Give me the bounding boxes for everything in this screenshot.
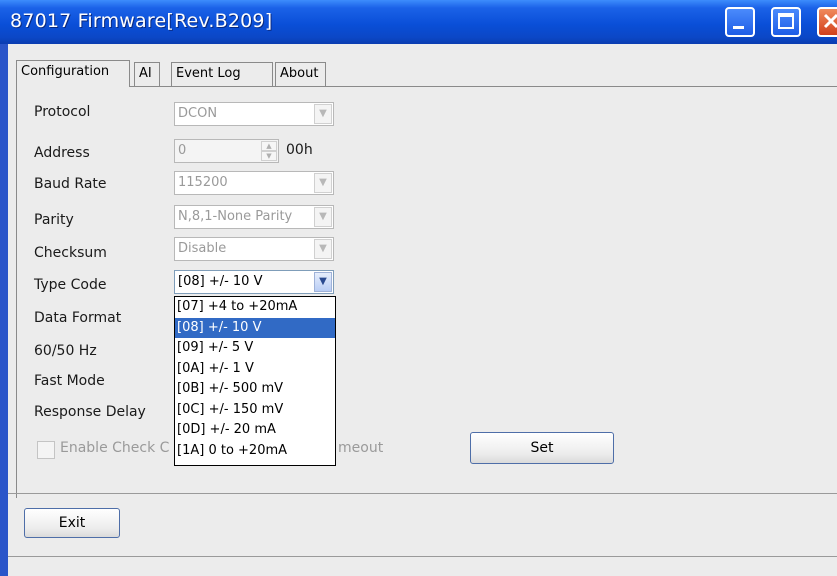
spin-up-icon[interactable]: ▲ [261,141,277,151]
close-button[interactable] [817,7,837,37]
baud-rate-label: Baud Rate [34,176,107,192]
title-bar[interactable]: 87017 Firmware[Rev.B209] [0,0,837,44]
address-value: 0 [178,143,187,158]
protocol-label: Protocol [34,104,91,120]
parity-label: Parity [34,212,74,228]
close-icon [823,13,837,29]
checksum-value: Disable [178,241,227,256]
minimize-button[interactable] [725,7,755,37]
configuration-panel [16,86,837,498]
baud-rate-select[interactable]: 115200 ▼ [174,171,334,195]
checksum-label: Checksum [34,245,107,261]
exit-button[interactable]: Exit [24,508,120,538]
type-code-option[interactable]: [09] +/- 5 V [175,338,335,359]
type-code-label: Type Code [34,277,107,293]
chevron-down-icon: ▼ [314,173,332,193]
spin-down-icon[interactable]: ▼ [261,151,277,161]
type-code-option[interactable]: [07] +4 to +20mA [175,297,335,318]
tab-about[interactable]: About [275,62,326,86]
tab-event-log[interactable]: Event Log [171,62,273,86]
checksum-select[interactable]: Disable ▼ [174,237,334,261]
address-hex-suffix: 00h [286,142,313,158]
maximize-button[interactable] [771,7,801,37]
response-delay-label: Response Delay [34,404,146,420]
type-code-option[interactable]: [0C] +/- 150 mV [175,400,335,421]
type-code-dropdown-list: [07] +4 to +20mA [08] +/- 10 V [09] +/- … [174,296,336,466]
type-code-select[interactable]: [08] +/- 10 V ▼ [174,270,334,294]
tab-ai[interactable]: AI [134,62,160,86]
parity-value: N,8,1-None Parity [178,209,293,224]
protocol-select[interactable]: DCON ▼ [174,102,334,126]
address-spinner[interactable]: 0 ▲ ▼ [174,139,279,163]
chevron-down-icon: ▼ [314,272,332,292]
protocol-value: DCON [178,106,218,121]
minimize-icon [733,26,744,29]
client-area: Configuration AI Event Log About [8,44,837,576]
enable-check-label-tail: meout [338,440,384,456]
status-bar-divider [8,556,837,557]
hz-label: 60/50 Hz [34,343,97,359]
enable-check-label: Enable Check C [60,440,170,456]
app-window: 87017 Firmware[Rev.B209] Configuration A… [0,0,837,576]
baud-rate-value: 115200 [178,175,228,190]
type-code-option[interactable]: [0D] +/- 20 mA [175,420,335,441]
tab-configuration[interactable]: Configuration [16,60,130,87]
type-code-value: [08] +/- 10 V [178,274,263,289]
fast-mode-label: Fast Mode [34,373,105,389]
chevron-down-icon: ▼ [314,239,332,259]
set-button[interactable]: Set [470,432,614,464]
address-label: Address [34,145,90,161]
type-code-option[interactable]: [1A] 0 to +20mA [175,441,335,462]
parity-select[interactable]: N,8,1-None Parity ▼ [174,205,334,229]
panel-bottom-divider [8,493,837,494]
chevron-down-icon: ▼ [314,104,332,124]
type-code-option[interactable]: [0A] +/- 1 V [175,359,335,380]
type-code-option[interactable]: [0B] +/- 500 mV [175,379,335,400]
maximize-icon [778,13,794,29]
chevron-down-icon: ▼ [314,207,332,227]
enable-check-checkbox[interactable] [37,441,55,459]
data-format-label: Data Format [34,310,122,326]
type-code-option-selected[interactable]: [08] +/- 10 V [175,317,335,338]
window-title: 87017 Firmware[Rev.B209] [10,10,273,32]
